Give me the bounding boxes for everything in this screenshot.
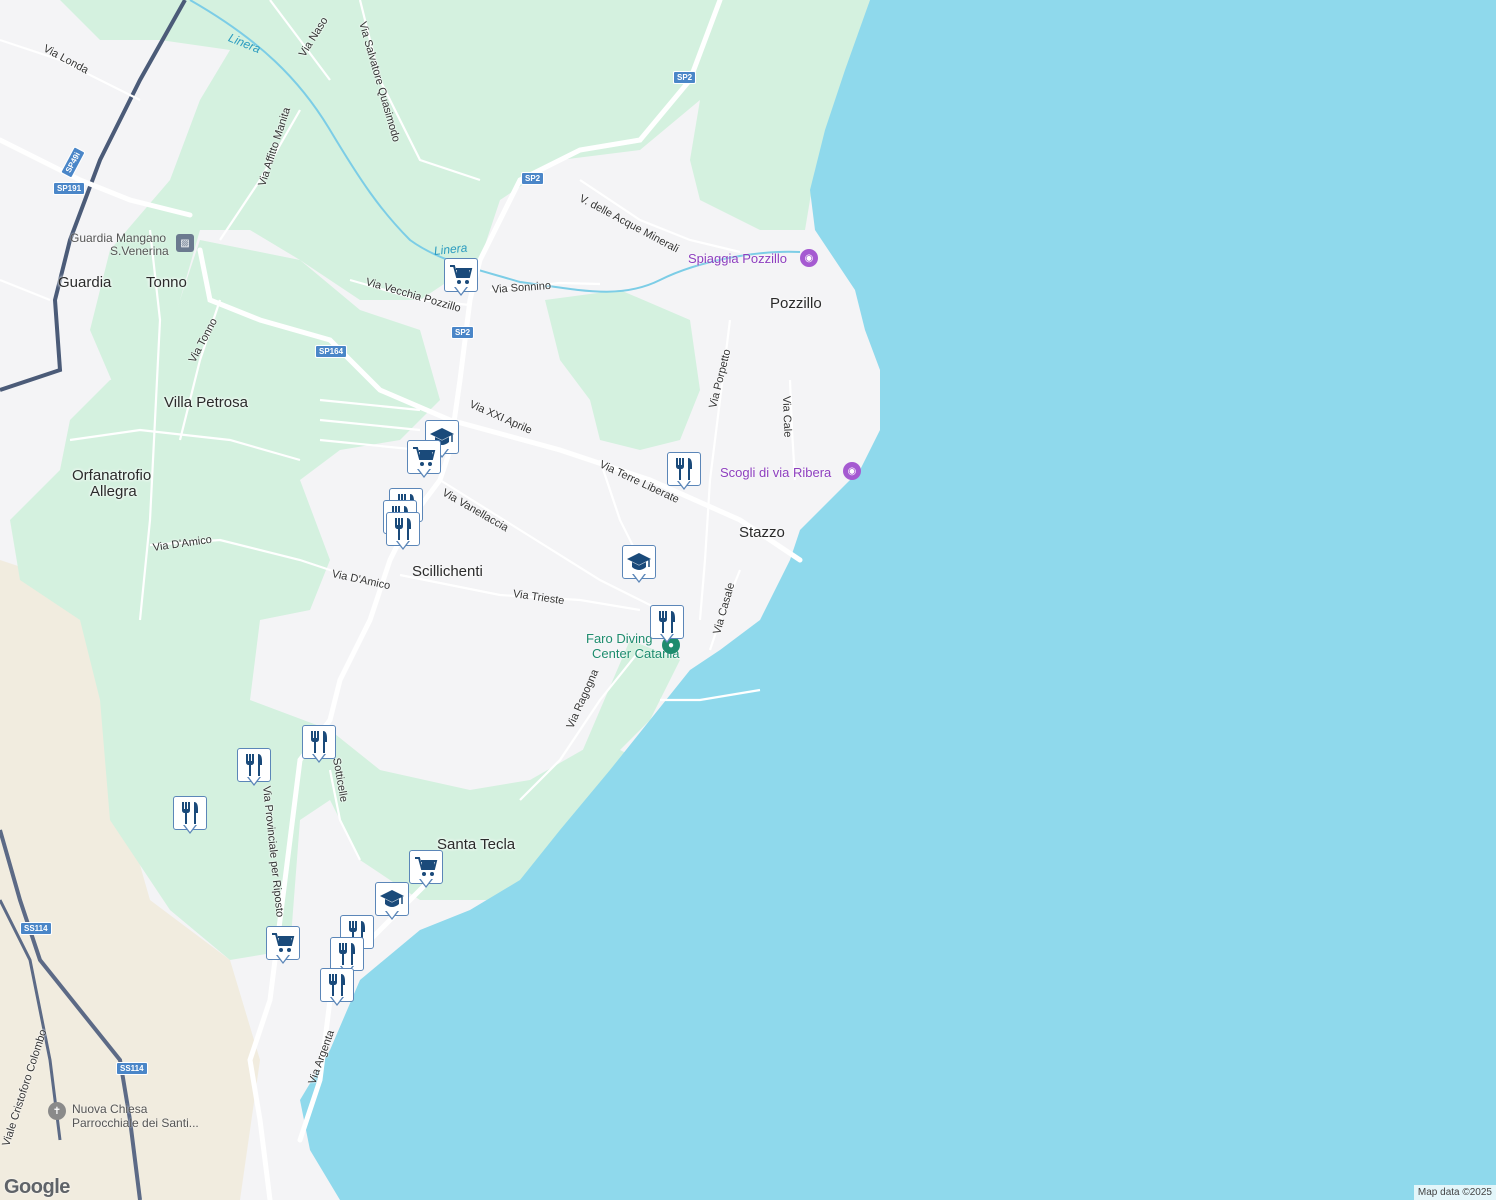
map-marker-shopping-cart[interactable]: [407, 440, 441, 484]
road-shield-sp191: SP191: [53, 182, 86, 195]
place-tonno: Tonno: [146, 274, 187, 291]
poi-guardia-mangano-2[interactable]: S.Venerina: [110, 244, 169, 259]
poi-nuova-chiesa-1[interactable]: Nuova Chiesa: [72, 1102, 147, 1117]
map-marker-restaurant[interactable]: [650, 605, 684, 649]
place-villa-petrosa: Villa Petrosa: [164, 394, 248, 411]
shopping-cart-icon: [449, 264, 473, 286]
restaurant-icon: [673, 457, 695, 481]
map-marker-restaurant[interactable]: [302, 725, 336, 769]
school-icon: [626, 551, 652, 573]
poi-scogli-via-ribera[interactable]: Scogli di via Ribera: [720, 465, 831, 480]
road-shield-sp164: SP164: [315, 345, 348, 358]
church-icon[interactable]: ✝: [48, 1102, 66, 1120]
map-marker-restaurant[interactable]: [386, 512, 420, 556]
place-santa-tecla: Santa Tecla: [437, 836, 516, 853]
place-guardia: Guardia: [58, 274, 112, 291]
map-marker-shopping-cart[interactable]: [409, 850, 443, 894]
restaurant-icon: [326, 973, 348, 997]
road-shield-sp2-a: SP2: [673, 71, 697, 84]
road-shield-ss114-b: SS114: [116, 1062, 148, 1075]
map-attribution[interactable]: Map data ©2025: [1413, 1185, 1496, 1200]
map-canvas[interactable]: [0, 0, 1496, 1200]
school-icon: [379, 888, 405, 910]
shopping-cart-icon: [412, 446, 436, 468]
poi-faro-diving-1[interactable]: Faro Diving: [586, 631, 652, 646]
map-marker-restaurant[interactable]: [173, 796, 207, 840]
restaurant-icon: [243, 753, 265, 777]
google-logo: Google: [4, 1176, 70, 1198]
poi-nuova-chiesa-2[interactable]: Parrocchiale dei Santi...: [72, 1116, 199, 1131]
road-shield-sp2-b: SP2: [521, 172, 545, 185]
restaurant-icon: [179, 801, 201, 825]
shopping-cart-icon: [414, 856, 438, 878]
map-marker-shopping-cart[interactable]: [444, 258, 478, 302]
place-orfanatrofio-allegra: Allegra: [90, 483, 137, 500]
restaurant-icon: [656, 610, 678, 634]
restaurant-icon: [308, 730, 330, 754]
place-orfanatrofio: Orfanatrofio: [72, 467, 152, 484]
restaurant-icon: [336, 942, 358, 966]
map-marker-restaurant[interactable]: [667, 452, 701, 496]
street-via-cale: Via Cale: [780, 395, 794, 438]
restaurant-icon: [392, 517, 414, 541]
place-scillichenti: Scillichenti: [412, 563, 483, 580]
map-marker-shopping-cart[interactable]: [266, 926, 300, 970]
map-marker-restaurant[interactable]: [237, 748, 271, 792]
map-marker-restaurant[interactable]: [320, 968, 354, 1012]
map-marker-school[interactable]: [375, 882, 409, 926]
shopping-cart-icon: [271, 932, 295, 954]
camera-icon[interactable]: ◉: [800, 249, 818, 267]
poi-spiaggia-pozzillo[interactable]: Spiaggia Pozzillo: [688, 251, 787, 266]
train-station-icon[interactable]: ▨: [176, 234, 194, 252]
road-shield-ss114-a: SS114: [20, 922, 52, 935]
road-shield-sp2-c: SP2: [451, 326, 475, 339]
map-marker-school[interactable]: [622, 545, 656, 589]
camera-icon[interactable]: ◉: [843, 462, 861, 480]
place-stazzo: Stazzo: [739, 524, 785, 541]
place-pozzillo: Pozzillo: [770, 295, 822, 312]
